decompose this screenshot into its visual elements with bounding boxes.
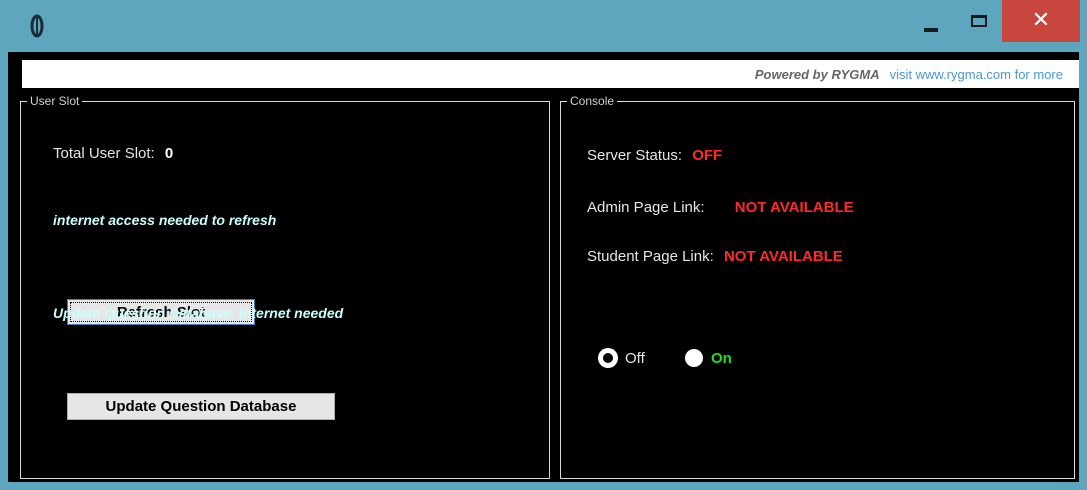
console-legend: Console xyxy=(567,93,618,109)
total-user-slot-label: Total User Slot: xyxy=(53,145,155,162)
rygma-website-link[interactable]: visit www.rygma.com for more xyxy=(890,67,1063,82)
server-status-value: OFF xyxy=(692,147,723,164)
maximize-icon xyxy=(971,15,987,27)
user-slot-legend: User Slot xyxy=(27,93,83,109)
radio-on[interactable]: On xyxy=(685,349,732,367)
close-icon: ✕ xyxy=(1031,8,1051,33)
client-area: Powered by RYGMA visit www.rygma.com for… xyxy=(8,52,1079,482)
refresh-hint: internet access needed to refresh xyxy=(53,212,277,228)
update-question-database-button[interactable]: Update Question Database xyxy=(67,393,335,420)
app-logo-icon xyxy=(30,14,44,38)
admin-page-link-value[interactable]: NOT AVAILABLE xyxy=(735,199,854,216)
maximize-button[interactable] xyxy=(956,0,1002,42)
radio-on-label: On xyxy=(711,349,732,367)
minimize-icon xyxy=(924,28,938,32)
radio-off[interactable]: Off xyxy=(599,349,645,367)
console-group: Console Server Status: OFF Admin Page Li… xyxy=(560,93,1075,479)
radio-on-indicator[interactable] xyxy=(685,349,703,367)
total-user-slot-row: Total User Slot: 0 xyxy=(53,145,173,162)
title-bar[interactable]: ✕ xyxy=(0,0,1087,52)
server-status-label: Server Status: xyxy=(587,147,683,164)
admin-page-link-label: Admin Page Link: xyxy=(587,199,705,216)
student-page-link-row: Student Page Link: NOT AVAILABLE xyxy=(587,248,843,265)
radio-off-indicator[interactable] xyxy=(599,349,617,367)
server-status-row: Server Status: OFF xyxy=(587,147,722,164)
total-user-slot-value: 0 xyxy=(164,145,174,162)
close-button[interactable]: ✕ xyxy=(1002,0,1080,42)
user-slot-group: User Slot Total User Slot: 0 internet ac… xyxy=(20,93,550,479)
admin-page-link-row: Admin Page Link: NOT AVAILABLE xyxy=(587,199,854,216)
powered-by-text: Powered by RYGMA xyxy=(754,66,880,82)
radio-off-label: Off xyxy=(625,349,645,367)
minimize-button[interactable] xyxy=(908,0,954,42)
student-page-link-value[interactable]: NOT AVAILABLE xyxy=(724,248,843,265)
banner: Powered by RYGMA visit www.rygma.com for… xyxy=(22,60,1079,88)
student-page-link-label: Student Page Link: xyxy=(587,248,714,265)
update-hint: Update Question Database. Internet neede… xyxy=(53,305,344,321)
